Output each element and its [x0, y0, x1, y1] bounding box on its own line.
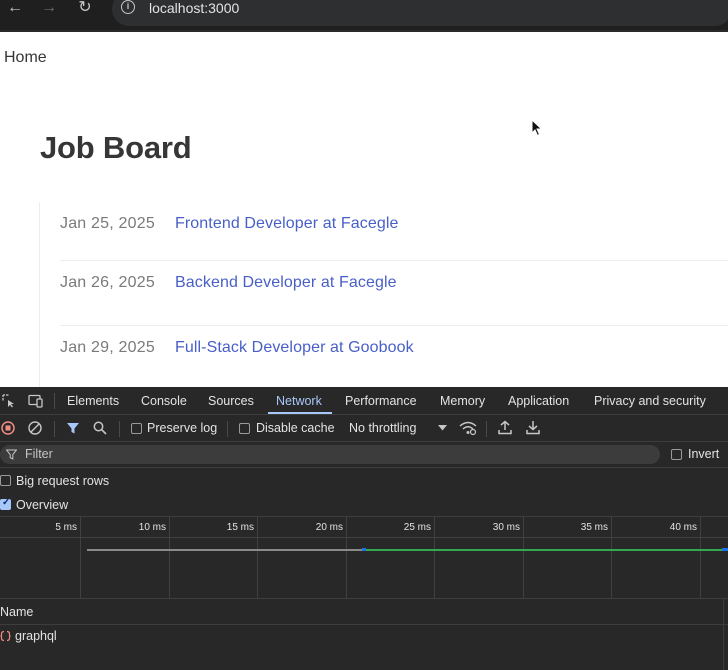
tab-performance[interactable]: Performance — [345, 394, 417, 408]
filter-icon — [6, 449, 17, 460]
search-icon[interactable] — [93, 421, 107, 435]
tab-privacy-and-security[interactable]: Privacy and security — [594, 394, 706, 408]
info-icon[interactable]: i — [121, 0, 135, 14]
invert-checkbox[interactable] — [671, 449, 682, 460]
name-column-header[interactable]: Name — [0, 605, 33, 619]
network-overview-timeline[interactable]: 5 ms 10 ms 15 ms 20 ms 25 ms 30 ms 35 ms… — [0, 516, 728, 599]
forward-icon[interactable]: → — [38, 0, 60, 18]
active-tab-indicator — [268, 412, 332, 414]
job-list: Jan 25, 2025 Frontend Developer at Faceg… — [39, 202, 728, 387]
job-date: Jan 26, 2025 — [60, 274, 155, 291]
devtools-panel: Elements Console Sources Network Perform… — [0, 387, 728, 670]
export-har-icon[interactable] — [526, 420, 540, 435]
request-table-header: Name — [0, 599, 728, 625]
tab-sources[interactable]: Sources — [208, 394, 254, 408]
divider — [54, 393, 55, 409]
overview-label: Overview — [16, 498, 69, 512]
big-request-rows-label: Big request rows — [16, 474, 110, 488]
job-title-link[interactable]: Frontend Developer at Facegle — [175, 215, 398, 233]
filter-input[interactable]: Filter — [0, 445, 660, 464]
device-toolbar-icon[interactable] — [28, 394, 44, 408]
timeline-tick-label: 35 ms — [580, 522, 608, 533]
timeline-gridline — [434, 517, 435, 599]
network-conditions-icon[interactable] — [459, 420, 477, 436]
timeline-gridline — [257, 517, 258, 599]
overview-row: Overview — [0, 493, 728, 517]
timeline-tick-label: 5 ms — [55, 522, 77, 533]
preserve-log-label: Preserve log — [147, 421, 218, 435]
page-title: Job Board — [40, 130, 192, 165]
timeline-gridline — [346, 517, 347, 599]
request-name: graphql — [15, 629, 57, 643]
job-date: Jan 29, 2025 — [60, 339, 155, 356]
list-item: Jan 25, 2025 Frontend Developer at Faceg… — [60, 202, 728, 267]
preserve-log-checkbox[interactable] — [131, 423, 142, 434]
timeline-tick-label: 30 ms — [492, 522, 520, 533]
devtools-tab-bar: Elements Console Sources Network Perform… — [0, 387, 728, 415]
tab-console[interactable]: Console — [141, 394, 187, 408]
filter-row: Filter Invert — [0, 442, 728, 468]
timeline-tick-label: 40 ms — [669, 522, 697, 533]
timeline-gridline — [700, 517, 701, 599]
divider — [119, 421, 120, 437]
url-text: localhost:3000 — [149, 0, 240, 16]
job-date: Jan 25, 2025 — [60, 215, 155, 232]
divider — [54, 421, 55, 437]
tab-network[interactable]: Network — [276, 394, 322, 408]
address-bar[interactable]: i localhost:3000 — [112, 0, 728, 26]
chevron-down-icon[interactable] — [438, 425, 447, 431]
timeline-tick-label: 15 ms — [226, 522, 254, 533]
tab-memory[interactable]: Memory — [440, 394, 485, 408]
browser-toolbar: ← → ↻ i localhost:3000 — [0, 0, 728, 32]
waterfall-marker — [722, 548, 728, 551]
inspect-element-icon[interactable] — [2, 394, 16, 408]
job-title-link[interactable]: Backend Developer at Facegle — [175, 274, 397, 292]
filter-icon[interactable] — [66, 421, 80, 435]
timeline-gridline — [80, 517, 81, 599]
waterfall-waiting-bar — [87, 549, 363, 551]
tab-elements[interactable]: Elements — [67, 394, 119, 408]
home-link[interactable]: Home — [4, 49, 47, 67]
overview-checkbox[interactable] — [0, 497, 11, 510]
timeline-tick-label: 20 ms — [315, 522, 343, 533]
clear-icon[interactable] — [28, 421, 42, 435]
table-row[interactable]: graphql — [0, 625, 728, 647]
timeline-gridline — [169, 517, 170, 599]
timeline-gridline — [611, 517, 612, 599]
job-title-link[interactable]: Full-Stack Developer at Goobook — [175, 339, 414, 357]
disable-cache-checkbox[interactable] — [239, 423, 250, 434]
timeline-tick-label: 25 ms — [403, 522, 431, 533]
big-request-rows-checkbox[interactable] — [0, 475, 11, 486]
fetch-request-icon — [0, 630, 11, 642]
throttling-select[interactable]: No throttling — [349, 421, 416, 435]
import-har-icon[interactable] — [498, 420, 512, 435]
network-toolbar: Preserve log Disable cache No throttling — [0, 415, 728, 442]
filter-placeholder: Filter — [25, 447, 53, 461]
big-request-rows-row: Big request rows — [0, 469, 728, 493]
disable-cache-label: Disable cache — [256, 421, 335, 435]
back-icon[interactable]: ← — [4, 0, 26, 18]
timeline-tick-label: 10 ms — [138, 522, 166, 533]
divider — [227, 421, 228, 437]
timeline-gridline — [523, 517, 524, 599]
list-item: Jan 26, 2025 Backend Developer at Facegl… — [60, 260, 728, 325]
timeline-axis — [0, 537, 728, 538]
invert-label: Invert — [688, 447, 720, 461]
record-stop-icon[interactable] — [1, 421, 15, 435]
reload-icon[interactable]: ↻ — [74, 0, 96, 18]
mouse-cursor-icon — [531, 119, 543, 137]
divider — [486, 421, 487, 437]
list-item: Jan 29, 2025 Full-Stack Developer at Goo… — [60, 325, 728, 390]
waterfall-download-bar — [366, 549, 722, 551]
tab-application[interactable]: Application — [508, 394, 569, 408]
